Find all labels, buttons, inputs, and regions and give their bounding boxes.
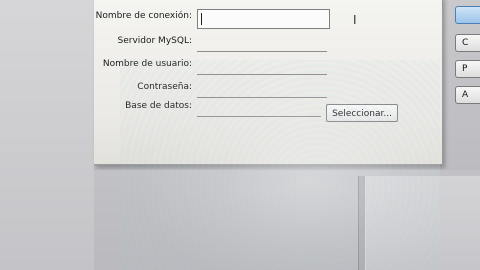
lower-right-panel [366, 176, 480, 270]
mysql-server-input[interactable] [197, 35, 327, 52]
text-caret [201, 13, 202, 25]
database-input[interactable] [197, 100, 321, 117]
side-button-c[interactable]: C [455, 34, 480, 52]
side-button-primary[interactable] [455, 6, 480, 24]
row-password: Contraseña: [94, 79, 442, 99]
database-label: Base de datos: [125, 101, 192, 111]
password-input[interactable] [197, 81, 327, 98]
mysql-server-label: Servidor MySQL: [117, 36, 193, 46]
side-button-a[interactable]: A [455, 86, 480, 104]
select-database-button[interactable]: Seleccionar... [326, 104, 398, 122]
connection-name-label: Nombre de conexión: [95, 11, 192, 21]
password-label: Contraseña: [137, 82, 192, 92]
panel-divider[interactable] [358, 176, 366, 270]
side-button-p[interactable]: P [455, 60, 480, 78]
background-panel [0, 0, 94, 270]
row-username: Nombre de usuario: [94, 56, 442, 76]
row-connection-name: Nombre de conexión: I [94, 2, 442, 29]
mysql-connection-dialog: Nombre de conexión: I Servidor MySQL: No… [94, 0, 443, 165]
ibeam-cursor-icon: I [353, 13, 357, 27]
screen: Nombre de conexión: I Servidor MySQL: No… [0, 0, 480, 270]
row-mysql-server: Servidor MySQL: [94, 33, 442, 53]
username-input[interactable] [197, 58, 327, 75]
connection-name-input[interactable]: I [197, 9, 357, 29]
username-label: Nombre de usuario: [102, 59, 192, 69]
